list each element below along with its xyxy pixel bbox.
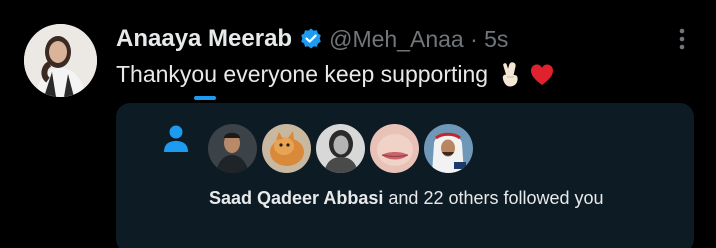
follower-name[interactable]: Saad Qadeer Abbasi [209,188,383,208]
tweet-header: Anaaya Meerab @Meh_Anaa · 5s [116,24,508,54]
follower-avatar[interactable] [370,124,419,173]
tweet-text: Thankyou everyone keep supporting [116,61,555,88]
author-name[interactable]: Anaaya Meerab [116,25,292,53]
more-options-icon[interactable] [674,26,690,52]
victory-hand-emoji-icon [497,61,523,88]
tweet-text-content: Thankyou everyone keep supporting [116,61,489,87]
follower-avatar[interactable] [262,124,311,173]
red-heart-emoji-icon [529,62,555,88]
author-handle-and-timestamp[interactable]: @Meh_Anaa · 5s [329,26,508,53]
verified-badge-icon[interactable] [299,27,323,51]
follower-avatar[interactable] [208,124,257,173]
author-avatar[interactable] [24,24,97,97]
follower-avatar[interactable] [424,124,473,173]
followed-you-suffix: and 22 others followed you [383,188,604,208]
follow-notification-card[interactable] [116,103,694,248]
card-indicator [194,96,216,100]
followed-you-text[interactable]: Saad Qadeer Abbasi and 22 others followe… [209,188,604,209]
person-icon [161,122,191,156]
follower-avatar[interactable] [316,124,365,173]
tweet[interactable]: Anaaya Meerab @Meh_Anaa · 5s Thankyou ev… [0,0,716,248]
